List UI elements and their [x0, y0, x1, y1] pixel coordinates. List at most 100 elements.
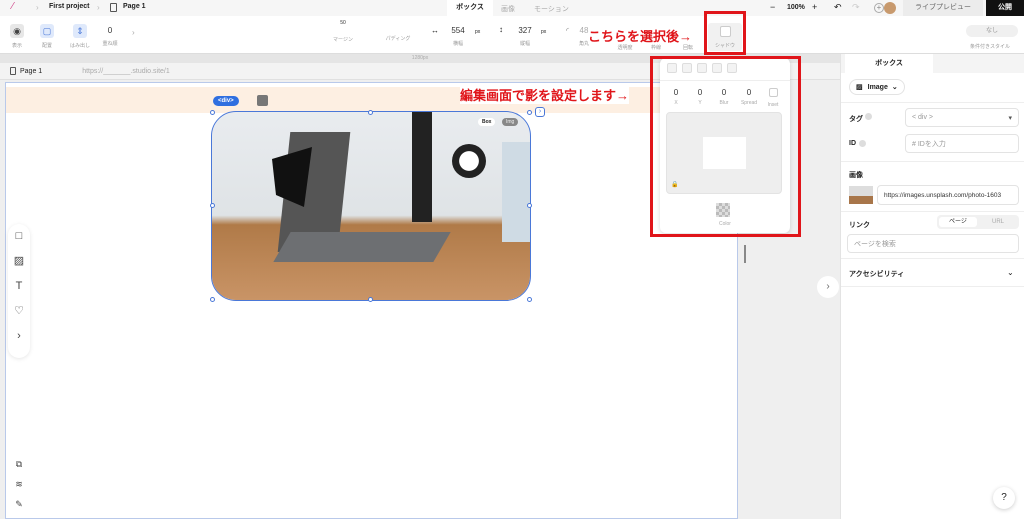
- accessibility-row[interactable]: アクセシビリティ ⌄: [841, 259, 1024, 287]
- image-url-input[interactable]: https://images.unsplash.com/photo-1603: [877, 185, 1019, 205]
- toggle-box[interactable]: Box: [478, 118, 496, 126]
- add-member-button[interactable]: +: [874, 3, 884, 13]
- chevron-right-icon[interactable]: ›: [132, 28, 135, 37]
- chevron-right-icon[interactable]: ›: [8, 324, 30, 349]
- chevron-icon: ›: [97, 3, 100, 12]
- expand-icon[interactable]: ›: [535, 107, 545, 117]
- backdrop-floor: [273, 232, 451, 262]
- breadcrumb-page[interactable]: Page 1: [123, 3, 146, 10]
- link-row: リンク ページ URL ページを検索: [841, 212, 1024, 259]
- link-tab-page[interactable]: ページ: [939, 217, 977, 227]
- label: 横幅: [452, 41, 463, 47]
- help-icon[interactable]: [865, 113, 872, 120]
- resize-handle[interactable]: [210, 297, 215, 302]
- help-button[interactable]: ?: [993, 487, 1015, 509]
- studio-logo-icon[interactable]: ⁄: [12, 1, 14, 12]
- accessibility-label: アクセシビリティ: [849, 271, 905, 278]
- height-icon: ↕: [499, 25, 503, 34]
- padding-control[interactable]: パディング: [378, 35, 418, 42]
- window: [502, 142, 530, 242]
- undo-icon[interactable]: ↶: [834, 2, 842, 13]
- redo-icon[interactable]: ↷: [852, 2, 860, 13]
- unit: px: [541, 29, 547, 35]
- layout-control[interactable]: ▢ 配置: [38, 24, 56, 49]
- chevron-down-icon: ⌄: [891, 84, 898, 91]
- toggle-img[interactable]: Img: [502, 118, 519, 126]
- eye-icon: ◉: [10, 24, 24, 38]
- page-url[interactable]: https://_______.studio.site/1: [82, 68, 170, 75]
- page-search-input[interactable]: ページを検索: [847, 234, 1019, 253]
- zoom-out-button[interactable]: −: [770, 2, 775, 12]
- link-tab-url[interactable]: URL: [979, 217, 1017, 227]
- pages-icon[interactable]: ⧉: [12, 454, 26, 474]
- layers-icon[interactable]: ≋: [12, 474, 26, 494]
- box-tool-icon[interactable]: □: [8, 224, 30, 249]
- label: マージン: [333, 37, 353, 43]
- link-label: リンク: [849, 222, 870, 229]
- chevron-down-icon: ⌄: [1007, 268, 1014, 277]
- heart-tool-icon[interactable]: ♡: [8, 299, 30, 324]
- panel-toggle-button[interactable]: ›: [817, 276, 839, 298]
- caret-down-icon: ▾: [1008, 114, 1012, 122]
- resize-handle[interactable]: [527, 110, 532, 115]
- tab-box[interactable]: ボックス: [447, 0, 493, 16]
- image-row: 画像 https://images.unsplash.com/photo-160…: [841, 162, 1024, 212]
- border-control[interactable]: 枠線: [648, 44, 664, 51]
- text-tool-icon[interactable]: T: [8, 274, 30, 299]
- avatar[interactable]: [884, 2, 896, 14]
- type-row: ▨ Image ⌄: [841, 73, 1024, 103]
- value: Image: [867, 83, 888, 91]
- page-name[interactable]: Page 1: [20, 68, 42, 75]
- image-thumbnail[interactable]: [849, 186, 873, 204]
- image-tool-icon[interactable]: ▨: [8, 249, 30, 274]
- label: パディング: [385, 36, 411, 42]
- label: 配置: [41, 43, 52, 49]
- pen-icon[interactable]: ✎: [12, 494, 26, 514]
- display-control[interactable]: ◉ 表示: [8, 24, 26, 49]
- opacity-control[interactable]: 透明度: [615, 44, 635, 51]
- resize-handle[interactable]: [527, 297, 532, 302]
- resize-handle[interactable]: [368, 297, 373, 302]
- image-thumbnail-icon: [257, 95, 268, 106]
- overflow-control[interactable]: ⇕ はみ出し: [68, 24, 92, 49]
- element-tag-badge[interactable]: <div>: [213, 96, 239, 106]
- label: はみ出し: [69, 43, 90, 49]
- studio-image[interactable]: Box Img: [211, 111, 531, 301]
- label: 回転: [682, 45, 693, 51]
- tab-box[interactable]: ボックス: [845, 54, 933, 73]
- resize-handle[interactable]: [210, 203, 215, 208]
- help-icon[interactable]: [859, 140, 866, 147]
- right-panel: ボックス ▨ Image ⌄ タグ < div > ▾ ID # IDを入力 画像 h…: [840, 54, 1024, 519]
- image-label: 画像: [849, 172, 863, 179]
- width-icon: ↔: [431, 26, 439, 35]
- margin-control[interactable]: 50 マージン: [325, 20, 361, 43]
- top-bar: ⁄ › First project › Page 1 ボックス 画像 モーション…: [0, 0, 1024, 16]
- conditional-style-label: 条件付きスタイル: [969, 44, 1010, 50]
- tab-motion[interactable]: モーション: [534, 4, 569, 14]
- value: 327: [518, 26, 532, 35]
- light-stand: [412, 112, 432, 222]
- label: 表示: [11, 43, 22, 49]
- width-field[interactable]: 554 横幅: [446, 26, 470, 47]
- type-selector[interactable]: ▨ Image ⌄: [849, 79, 905, 95]
- highlight-shadow-popover: [650, 56, 801, 237]
- rotate-control[interactable]: 回転: [680, 44, 696, 51]
- conditional-style-button[interactable]: なし: [966, 25, 1018, 37]
- height-field[interactable]: 327 縦幅: [513, 26, 537, 47]
- resize-grip[interactable]: [744, 245, 746, 263]
- label: 透明度: [617, 45, 633, 51]
- resize-handle[interactable]: [210, 110, 215, 115]
- id-input[interactable]: # IDを入力: [905, 134, 1019, 153]
- resize-handle[interactable]: [368, 110, 373, 115]
- zorder-control[interactable]: 0 重ね順: [100, 26, 120, 47]
- publish-button[interactable]: 公開: [986, 0, 1024, 16]
- resize-handle[interactable]: [527, 203, 532, 208]
- tag-select[interactable]: < div > ▾: [905, 108, 1019, 127]
- unit: px: [475, 29, 481, 35]
- live-preview-button[interactable]: ライブプレビュー: [903, 0, 983, 16]
- zoom-in-button[interactable]: +: [812, 2, 817, 12]
- tab-image[interactable]: 画像: [501, 4, 515, 14]
- annotation-edit: 編集画面で影を設定します→: [460, 85, 630, 104]
- breadcrumb-project[interactable]: First project: [49, 3, 89, 10]
- bottom-left-tools: ⧉ ≋ ✎: [12, 454, 26, 514]
